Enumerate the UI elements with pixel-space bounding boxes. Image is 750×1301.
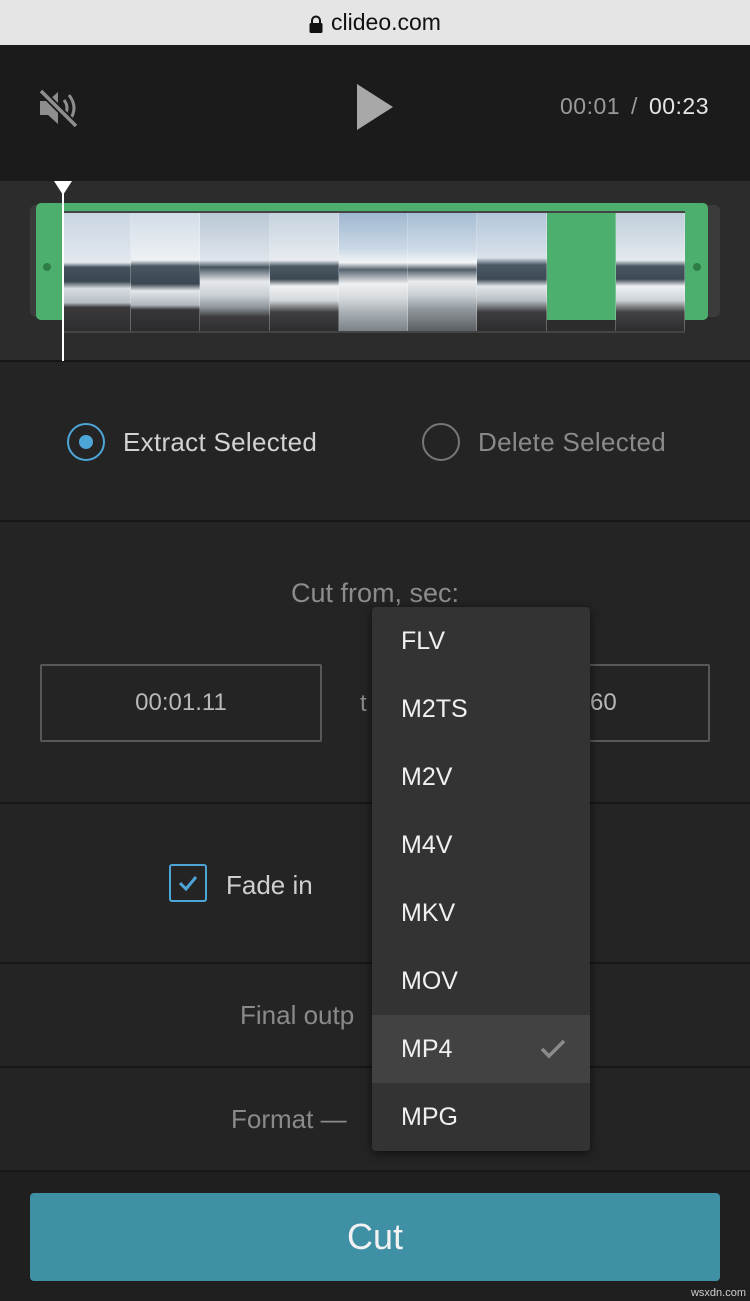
fade-in-label: Fade in <box>226 870 313 900</box>
delete-selected-label: Delete Selected <box>478 426 667 457</box>
format-option-flv[interactable]: FLV <box>372 607 590 675</box>
thumbnail-frame <box>338 213 409 331</box>
bottom-bar: Cut wsxdn.com <box>0 1172 750 1301</box>
thumbnail-frame <box>408 213 478 331</box>
video-thumbnails <box>62 211 685 333</box>
url-text: clideo.com <box>331 9 441 35</box>
thumbnail-frame <box>477 213 547 331</box>
left-trim-handle[interactable] <box>43 263 51 271</box>
format-option-m4v[interactable]: M4V <box>372 811 590 879</box>
radio-indicator <box>67 423 105 461</box>
cut-from-title: Cut from, sec: <box>290 578 460 608</box>
format-option-mp4-label: MP4 <box>401 1034 453 1063</box>
current-time: 00:01 <box>559 93 621 119</box>
play-icon[interactable] <box>356 83 394 131</box>
lock-icon <box>309 15 323 33</box>
right-trim-handle[interactable] <box>693 263 701 271</box>
format-dropdown[interactable]: FLV M2TS M2V M4V MKV MOV MP4 MPG <box>372 607 590 1151</box>
browser-url-bar[interactable]: clideo.com <box>0 0 750 45</box>
thumbnail-frame <box>615 213 685 331</box>
time-readout: 00:01 / 00:23 <box>560 93 709 120</box>
thumbnail-frame <box>200 213 270 331</box>
player-controls: 00:01 / 00:23 <box>0 45 750 181</box>
thumbnail-frame <box>131 213 201 331</box>
total-time: 00:23 <box>648 93 709 119</box>
format-option-mkv[interactable]: MKV <box>372 879 590 947</box>
extract-selected-radio[interactable]: Extract Selected <box>67 423 317 461</box>
final-output-label: Final outp <box>240 1000 355 1030</box>
extract-selected-label: Extract Selected <box>123 426 318 457</box>
mute-icon[interactable] <box>38 88 80 128</box>
format-option-m2ts[interactable]: M2TS <box>372 675 590 743</box>
format-option-mpg[interactable]: MPG <box>372 1083 590 1151</box>
mode-section: Extract Selected Delete Selected <box>0 362 750 522</box>
format-label: Format — <box>231 1104 347 1134</box>
check-icon <box>178 876 198 892</box>
cut-end-value: 60 <box>590 689 617 716</box>
thumbnail-frame <box>547 213 616 331</box>
radio-indicator <box>422 423 460 461</box>
cut-to-label: t <box>360 690 367 717</box>
time-separator: / <box>631 93 638 119</box>
format-option-mov[interactable]: MOV <box>372 947 590 1015</box>
fade-in-checkbox[interactable] <box>169 864 207 902</box>
thumbnail-frame <box>62 213 132 331</box>
format-option-mp4[interactable]: MP4 <box>372 1015 590 1083</box>
checkmark-icon <box>540 1039 566 1059</box>
delete-selected-radio[interactable]: Delete Selected <box>422 423 666 461</box>
cut-button[interactable]: Cut <box>30 1193 720 1281</box>
playhead[interactable] <box>62 193 64 361</box>
format-option-m2v[interactable]: M2V <box>372 743 590 811</box>
thumbnail-frame <box>269 213 339 331</box>
cut-start-field[interactable]: 00:01.11 <box>40 664 322 742</box>
watermark: wsxdn.com <box>690 1287 746 1299</box>
timeline[interactable] <box>0 181 750 362</box>
playhead-marker[interactable] <box>54 181 72 195</box>
